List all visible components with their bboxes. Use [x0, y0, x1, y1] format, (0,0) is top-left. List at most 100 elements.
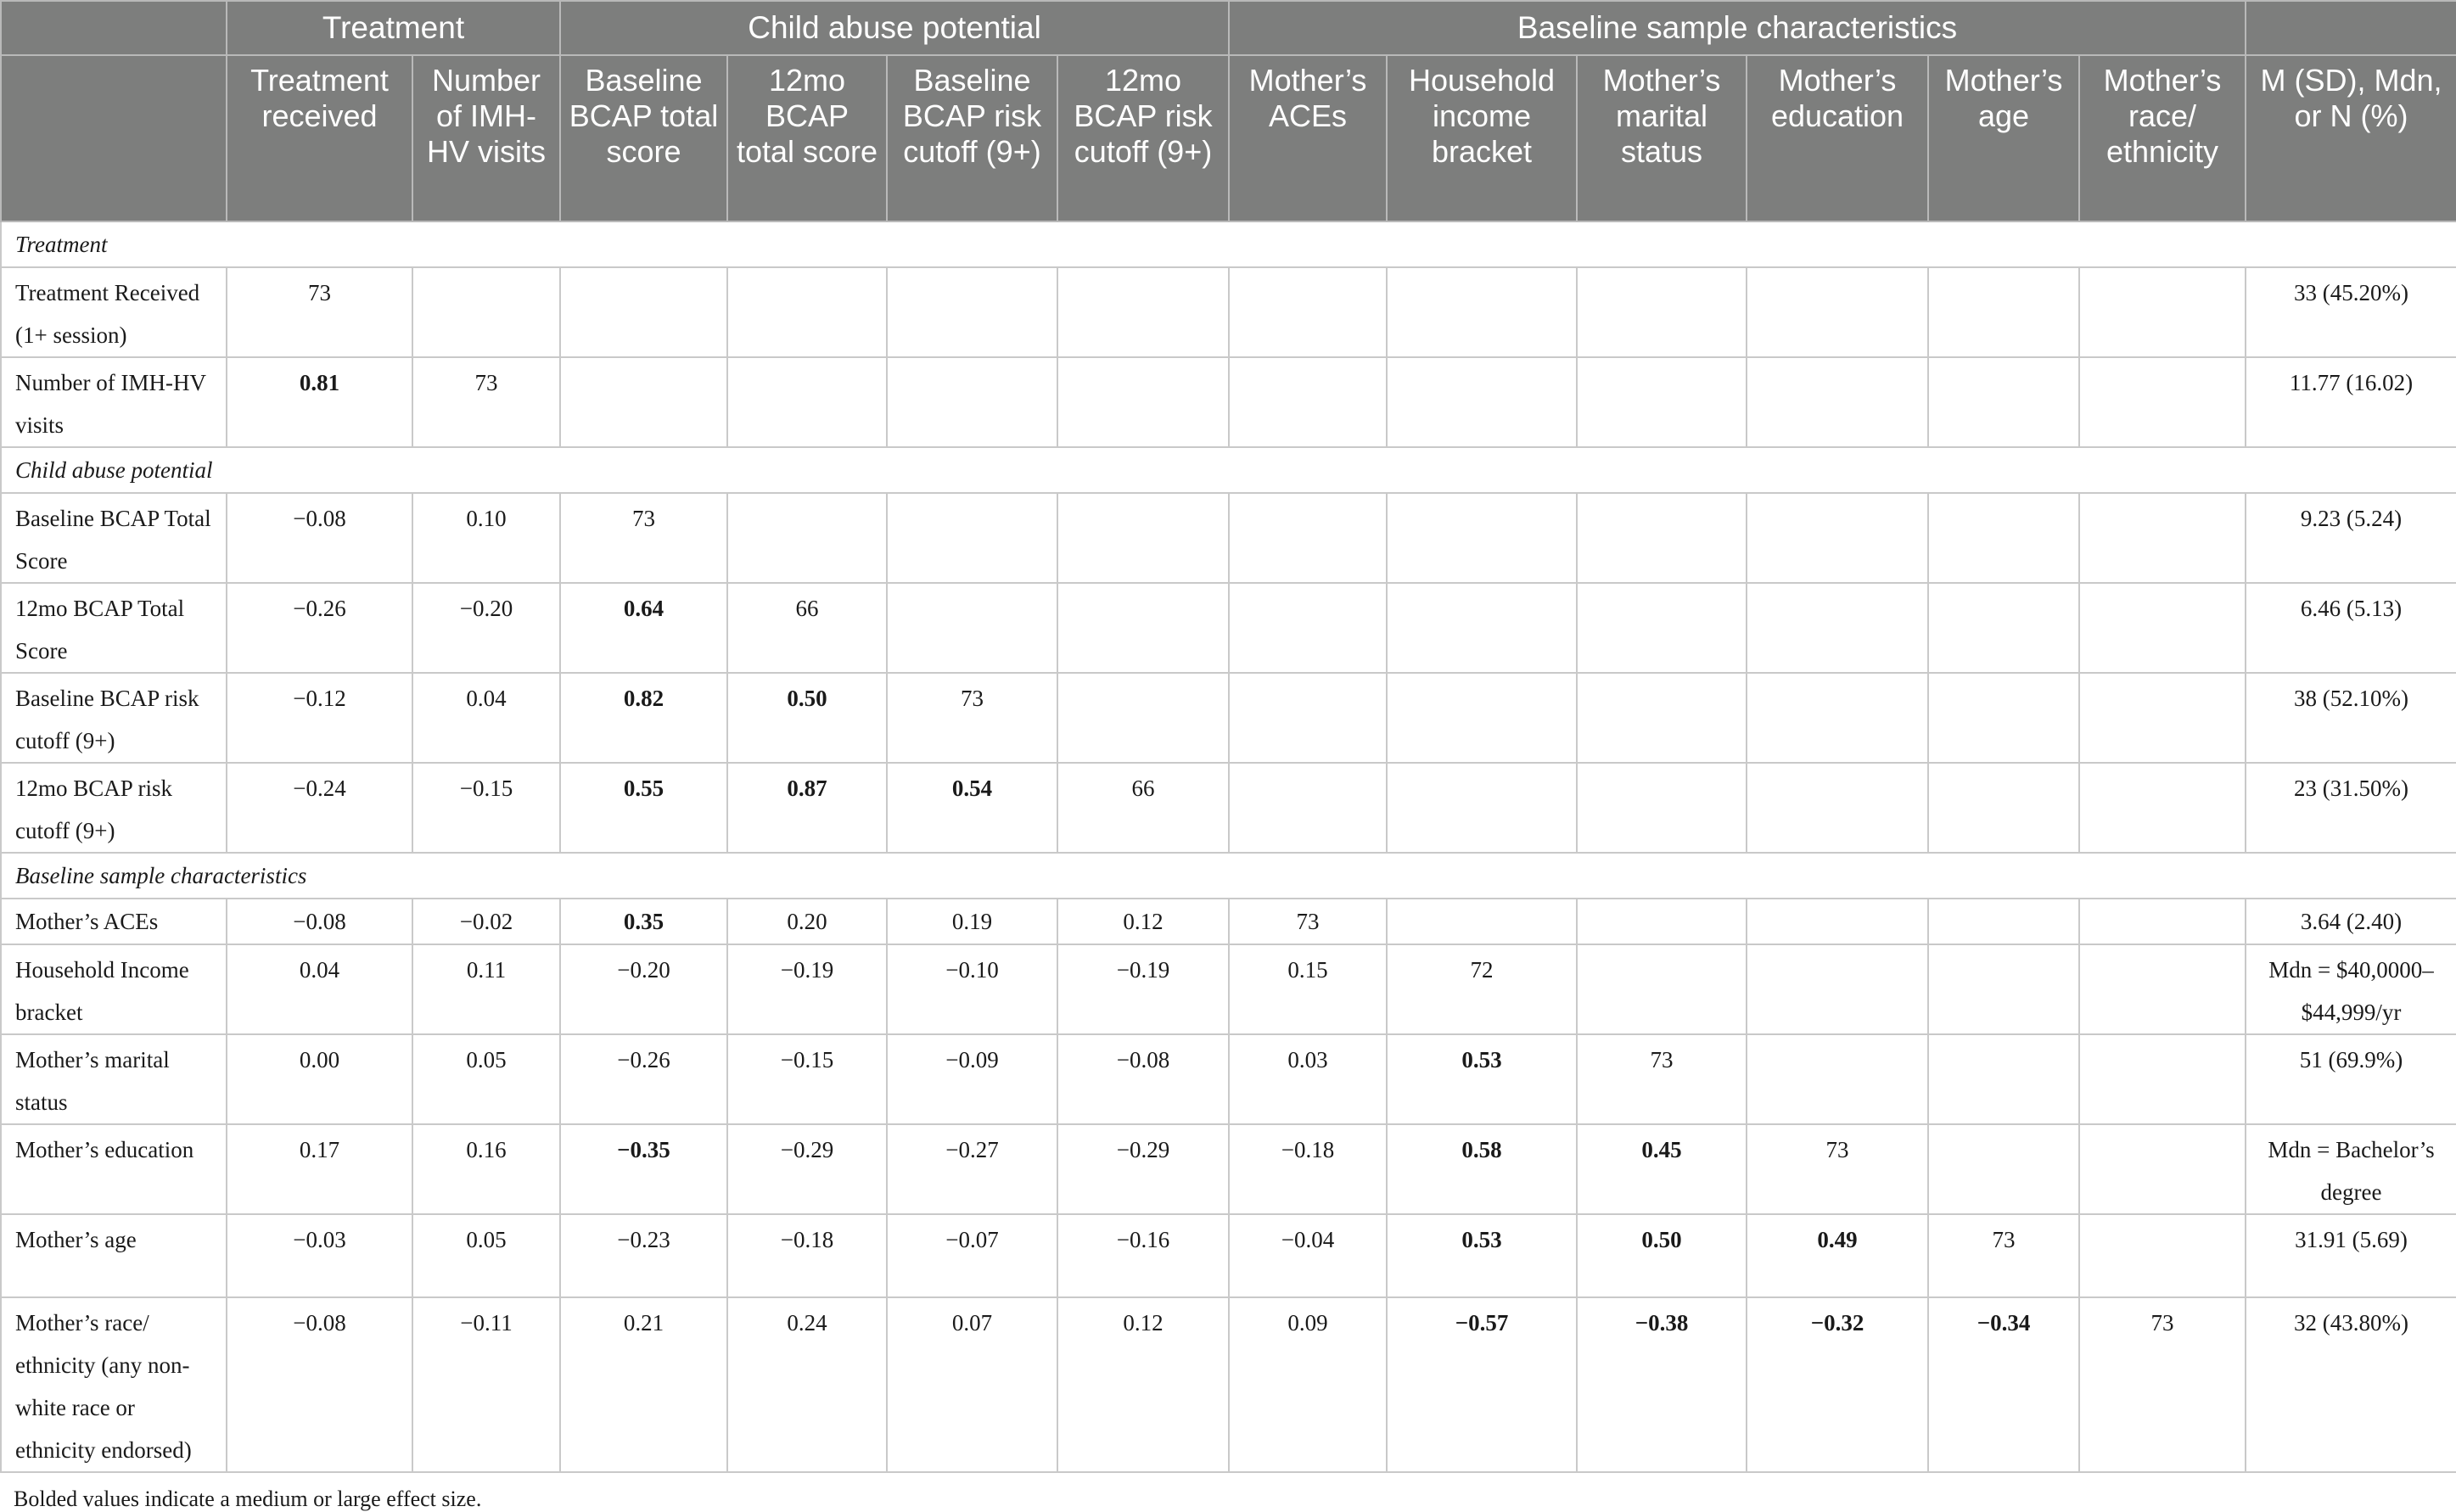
table-cell: 66: [1056, 762, 1231, 854]
table-cell: 0.19: [886, 898, 1058, 945]
table-cell: −0.10: [886, 944, 1058, 1035]
table-row: Number of IMH-HV visits 0.81 73 11.77 (16.0…: [0, 356, 2456, 448]
summary-cell: 9.23 (5.24): [2245, 492, 2456, 584]
table-cell: [1927, 1123, 2081, 1215]
correlation-table-container: Treatment Child abuse potential Baseline…: [0, 0, 2456, 1512]
table-row: Mother’s race/ ethnicity (any non-white …: [0, 1296, 2456, 1473]
table-cell: [1927, 582, 2081, 674]
table-cell: [1746, 672, 1930, 764]
table-cell: 73: [1746, 1123, 1930, 1215]
column-header: Mother’s age: [1927, 54, 2081, 222]
row-label: Number of IMH-HV visits: [0, 356, 227, 448]
table-cell: 0.54: [886, 762, 1058, 854]
table-footnote: Bolded values indicate a medium or large…: [14, 1487, 482, 1511]
table-cell: 0.81: [226, 356, 413, 448]
column-header: Mother’s marital status: [1576, 54, 1748, 222]
table-cell: 0.03: [1228, 1033, 1388, 1125]
table-cell: −0.15: [726, 1033, 888, 1125]
table-cell: 73: [412, 356, 561, 448]
summary-cell: 3.64 (2.40): [2245, 898, 2456, 945]
table-cell: [886, 356, 1058, 448]
table-cell: [1228, 356, 1388, 448]
summary-cell: 38 (52.10%): [2245, 672, 2456, 764]
table-cell: [2078, 1213, 2247, 1298]
section-title: Child abuse potential: [0, 446, 2456, 494]
table-cell: −0.08: [1056, 1033, 1231, 1125]
table-cell: [1927, 266, 2081, 358]
table-cell: −0.38: [1576, 1296, 1748, 1473]
table-cell: [1927, 944, 2081, 1035]
table-cell: [1576, 898, 1748, 945]
table-cell: [1056, 266, 1231, 358]
section-row: Baseline sample characteristics: [0, 852, 2456, 899]
table-cell: 0.45: [1576, 1123, 1748, 1215]
summary-cell: 23 (31.50%): [2245, 762, 2456, 854]
row-label: Baseline BCAP Total Score: [0, 492, 227, 584]
column-header: 12mo BCAP total score: [726, 54, 888, 222]
table-cell: 0.10: [412, 492, 561, 584]
table-row: 12mo BCAP risk cutoff (9+) −0.24 −0.15 0.55…: [0, 762, 2456, 854]
table-cell: −0.15: [412, 762, 561, 854]
table-cell: −0.12: [226, 672, 413, 764]
column-header: Number of IMH-HV visits: [412, 54, 561, 222]
table-cell: 0.05: [412, 1213, 561, 1298]
table-cell: [1386, 582, 1578, 674]
table-cell: [1228, 762, 1388, 854]
table-cell: −0.18: [726, 1213, 888, 1298]
table-cell: 0.53: [1386, 1033, 1578, 1125]
table-cell: 0.82: [559, 672, 728, 764]
table-cell: [1386, 762, 1578, 854]
table-cell: −0.23: [559, 1213, 728, 1298]
column-header: Mother’s education: [1746, 54, 1930, 222]
table-cell: 0.05: [412, 1033, 561, 1125]
table-cell: 73: [1228, 898, 1388, 945]
table-cell: 73: [559, 492, 728, 584]
table-cell: [1746, 356, 1930, 448]
section-row: Child abuse potential: [0, 446, 2456, 494]
table-row: Mother’s age −0.03 0.05 −0.23 −0.18 −0.07 −0.1…: [0, 1213, 2456, 1298]
table-cell: [412, 266, 561, 358]
table-row: Mother’s education 0.17 0.16 −0.35 −0.29 −0.2…: [0, 1123, 2456, 1215]
table-cell: [2078, 1123, 2247, 1215]
table-cell: 0.04: [226, 944, 413, 1035]
table-cell: [726, 356, 888, 448]
table-cell: 0.00: [226, 1033, 413, 1125]
summary-cell: Mdn = Bachelor’s degree: [2245, 1123, 2456, 1215]
table-body: Treatment Treatment Received (1+ session)…: [0, 221, 2456, 1473]
header-group-row: Treatment Child abuse potential Baseline…: [0, 0, 2456, 56]
column-header: Baseline BCAP risk cutoff (9+): [886, 54, 1058, 222]
correlation-table: Treatment Child abuse potential Baseline…: [0, 0, 2456, 1473]
table-cell: −0.19: [726, 944, 888, 1035]
table-cell: 0.17: [226, 1123, 413, 1215]
table-cell: [1386, 492, 1578, 584]
table-cell: 73: [886, 672, 1058, 764]
table-cell: [1056, 672, 1231, 764]
table-cell: [1927, 1033, 2081, 1125]
table-cell: [1576, 762, 1748, 854]
table-cell: [1576, 492, 1748, 584]
table-cell: [1576, 944, 1748, 1035]
summary-cell: 32 (43.80%): [2245, 1296, 2456, 1473]
table-cell: [2078, 944, 2247, 1035]
table-cell: 0.09: [1228, 1296, 1388, 1473]
table-cell: [1228, 582, 1388, 674]
header-group-baseline-characteristics: Baseline sample characteristics: [1228, 0, 2247, 56]
table-cell: [1576, 356, 1748, 448]
row-label: Mother’s education: [0, 1123, 227, 1215]
header-group-child-abuse-potential: Child abuse potential: [558, 0, 1231, 56]
table-row: Household Income bracket 0.04 0.11 −0.20 −0.…: [0, 944, 2456, 1035]
table-cell: [1576, 582, 1748, 674]
table-cell: [886, 266, 1058, 358]
table-cell: −0.29: [1056, 1123, 1231, 1215]
table-cell: −0.08: [226, 898, 413, 945]
table-cell: 0.04: [412, 672, 561, 764]
table-row: Mother’s ACEs −0.08 −0.02 0.35 0.20 0.19 0.12 7…: [0, 898, 2456, 945]
table-cell: −0.24: [226, 762, 413, 854]
table-cell: −0.19: [1056, 944, 1231, 1035]
table-row: Mother’s marital status 0.00 0.05 −0.26 −0.1…: [0, 1033, 2456, 1125]
table-cell: [1927, 356, 2081, 448]
table-cell: [1927, 898, 2081, 945]
header-group-treatment: Treatment: [226, 0, 561, 56]
table-cell: [2078, 582, 2247, 674]
table-cell: −0.26: [226, 582, 413, 674]
